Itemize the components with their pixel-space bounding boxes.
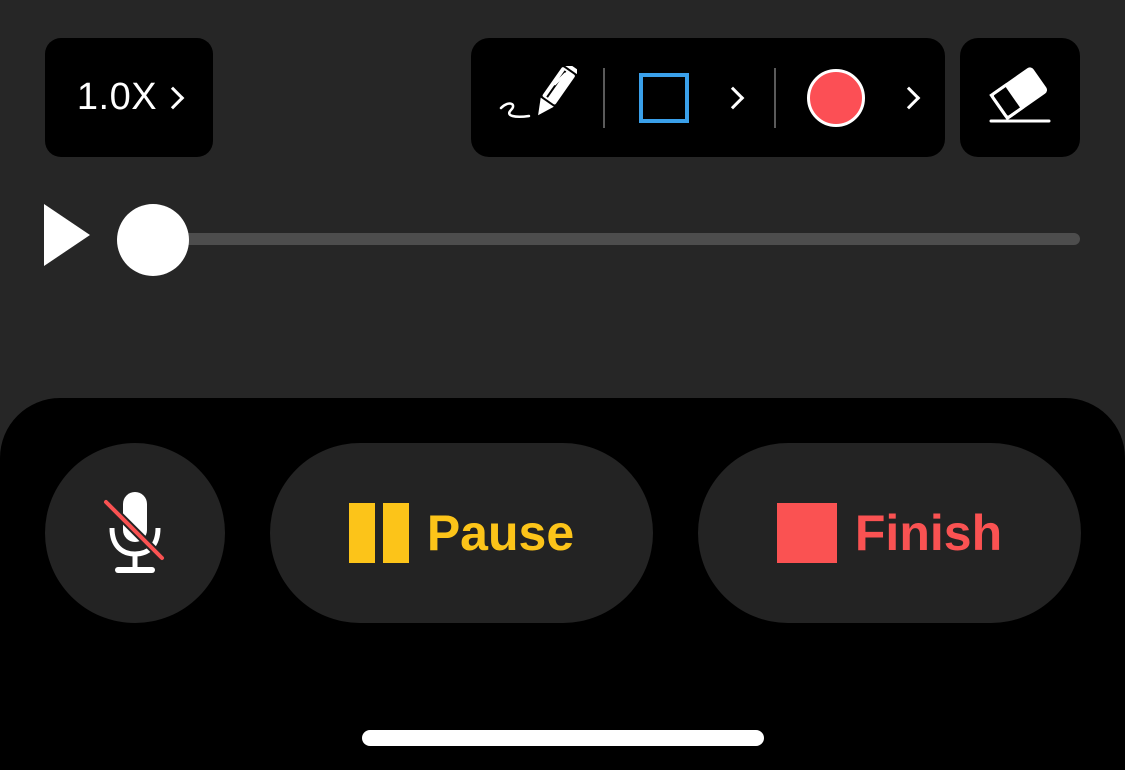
eraser-icon — [989, 66, 1051, 122]
drawing-tools-group — [471, 38, 945, 157]
stop-icon — [776, 503, 837, 563]
chevron-right-icon — [161, 86, 185, 109]
finish-label: Finish — [854, 505, 1003, 561]
finish-button[interactable]: Finish — [698, 443, 1081, 623]
play-button[interactable] — [44, 204, 90, 266]
toolbar-divider — [774, 68, 776, 128]
recording-controls-panel: Pause Finish — [0, 398, 1125, 770]
pause-button[interactable]: Pause — [270, 443, 653, 623]
chevron-right-icon — [721, 86, 745, 110]
playback-speed-button[interactable]: 1.0X — [45, 38, 213, 157]
playback-speed-label: 1.0X — [76, 76, 158, 118]
home-indicator — [362, 730, 764, 746]
playback-slider-track[interactable] — [152, 233, 1080, 245]
pen-icon — [499, 61, 580, 118]
microphone-muted-icon — [102, 492, 166, 573]
shape-tool-button[interactable] — [623, 62, 753, 134]
eraser-button[interactable] — [960, 38, 1080, 157]
color-swatch-red — [807, 69, 865, 127]
pause-icon — [348, 503, 409, 563]
square-shape-icon — [639, 73, 689, 123]
pen-tool-button[interactable] — [495, 61, 580, 130]
recording-screen: 1.0X Pause Finish — [0, 0, 1125, 770]
color-picker-button[interactable] — [791, 62, 931, 134]
chevron-right-icon — [897, 86, 921, 110]
play-icon — [44, 204, 90, 266]
playback-slider-thumb[interactable] — [117, 204, 189, 276]
pause-label: Pause — [426, 505, 575, 561]
toolbar-divider — [603, 68, 605, 128]
microphone-toggle-button[interactable] — [45, 443, 225, 623]
